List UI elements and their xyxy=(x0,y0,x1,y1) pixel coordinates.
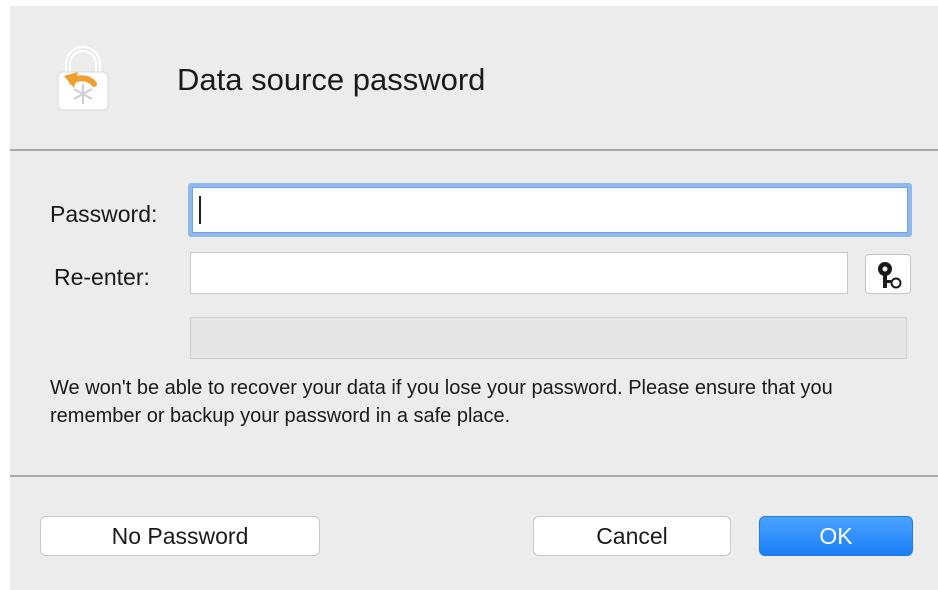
password-dialog: Data source password Password: Re-enter:… xyxy=(10,6,938,590)
password-assistant-button[interactable] xyxy=(865,254,911,294)
cancel-button[interactable]: Cancel xyxy=(533,516,731,556)
no-password-button[interactable]: No Password xyxy=(40,516,320,556)
footer-divider xyxy=(10,475,938,477)
ok-button[interactable]: OK xyxy=(759,516,913,556)
reenter-label: Re-enter: xyxy=(54,264,150,290)
text-caret xyxy=(199,196,201,224)
dialog-header: Data source password xyxy=(10,6,938,150)
reenter-password-field[interactable] xyxy=(190,252,848,294)
password-strength-meter xyxy=(190,317,907,359)
password-field[interactable] xyxy=(188,183,912,237)
lock-restore-icon xyxy=(50,44,116,114)
key-icon xyxy=(878,262,902,289)
password-label: Password: xyxy=(50,201,158,227)
warning-text: We won't be able to recover your data if… xyxy=(50,377,833,427)
dialog-title: Data source password xyxy=(177,62,486,97)
header-divider xyxy=(10,149,938,151)
